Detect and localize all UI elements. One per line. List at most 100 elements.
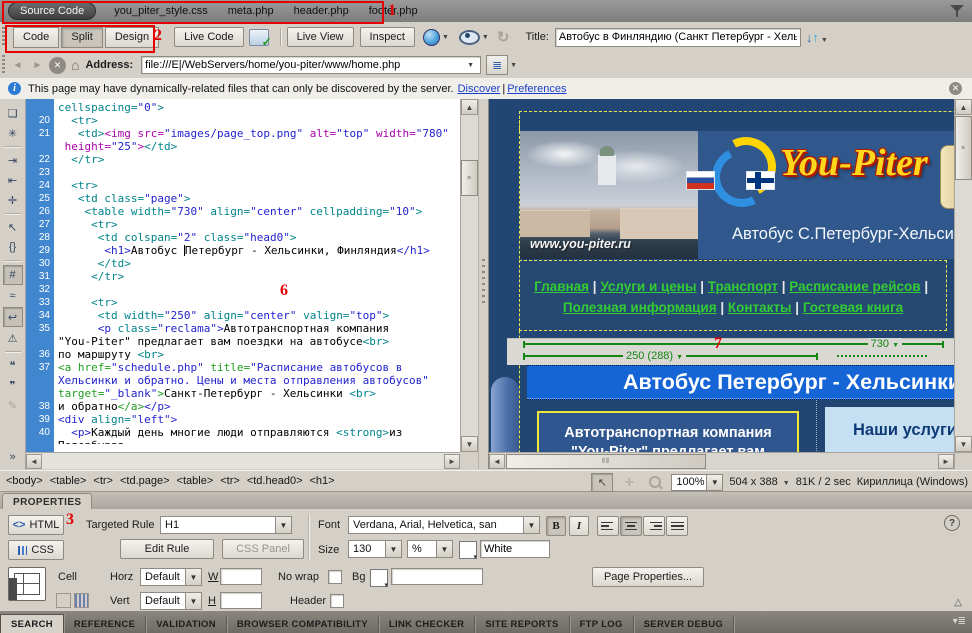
highlight-invalid-code-icon[interactable]: ≈: [4, 287, 22, 305]
check-browser-compatibility-icon[interactable]: ✓: [249, 29, 269, 46]
targeted-rule-select[interactable]: H1▼: [160, 516, 292, 534]
panel-menu-icon[interactable]: ▾≣: [953, 616, 966, 627]
code-line[interactable]: 33 <tr>: [26, 296, 449, 309]
design-h1-heading[interactable]: Автобус Петербург - Хельсинки: [527, 365, 954, 400]
code-line[interactable]: 22 </tr>: [26, 153, 449, 166]
code-line[interactable]: 34 <td width="250" align="center" valign…: [26, 309, 449, 322]
related-file-tab[interactable]: footer.php: [369, 5, 418, 17]
code-line[interactable]: 37<a href="schedule.php" title="Расписан…: [26, 361, 449, 374]
tag-selector-item[interactable]: <body>: [6, 475, 43, 487]
tag-selector-item[interactable]: <h1>: [310, 475, 335, 487]
document-title-input[interactable]: [555, 28, 801, 47]
code-line[interactable]: 24 <tr>: [26, 179, 449, 192]
edit-rule-button[interactable]: Edit Rule: [120, 539, 214, 559]
code-line[interactable]: 38и обратно</a></p>: [26, 400, 449, 413]
css-panel-button[interactable]: CSS Panel: [222, 539, 304, 559]
file-management-icon[interactable]: ↓↑▼: [806, 30, 828, 45]
bg-color-swatch[interactable]: [370, 569, 388, 587]
related-file-tab[interactable]: meta.php: [228, 5, 274, 17]
help-icon[interactable]: ?: [944, 515, 960, 531]
table-width-label-730[interactable]: 730 ▼: [868, 338, 902, 350]
results-tab-reference[interactable]: REFERENCE: [64, 615, 146, 633]
text-color-input[interactable]: [480, 540, 550, 558]
design-promo-cell[interactable]: Автотранспортная компания "You-Piter" пр…: [537, 411, 799, 452]
split-view-divider[interactable]: [478, 99, 489, 469]
close-info-bar-icon[interactable]: ✕: [949, 82, 962, 95]
bg-color-input[interactable]: [391, 568, 483, 585]
code-line[interactable]: 35 <p class="reclama">Автотранспортная к…: [26, 322, 449, 335]
preferences-link[interactable]: Preferences: [507, 83, 566, 95]
results-tab-browser-compatibility[interactable]: BROWSER COMPATIBILITY: [227, 615, 379, 633]
back-icon[interactable]: ◄: [9, 57, 26, 74]
results-tab-validation[interactable]: VALIDATION: [146, 615, 227, 633]
collapse-full-tag-icon[interactable]: ⇥: [4, 151, 22, 169]
design-horizontal-scrollbar[interactable]: ◄ ⦀⦀ ►: [489, 452, 954, 469]
preview-in-browser-icon[interactable]: [423, 29, 440, 46]
tag-selector-item[interactable]: <td.page>: [120, 475, 170, 487]
code-line[interactable]: 21 <td><img src="images/page_top.png" al…: [26, 127, 449, 140]
live-code-button[interactable]: Live Code: [174, 27, 244, 47]
align-left-button[interactable]: [597, 516, 619, 536]
address-input[interactable]: [141, 56, 481, 74]
select-parent-tag-icon[interactable]: ↖: [4, 218, 22, 236]
related-file-tab[interactable]: header.php: [294, 5, 349, 17]
results-tab-search[interactable]: SEARCH: [0, 614, 64, 633]
design-view-button[interactable]: Design: [105, 27, 159, 48]
results-tab-link-checker[interactable]: LINK CHECKER: [379, 615, 475, 633]
view-options-icon[interactable]: ≣: [486, 55, 508, 75]
css-mode-button[interactable]: CSS: [8, 540, 64, 560]
syntax-error-alerts-icon[interactable]: ⚠: [4, 329, 22, 347]
properties-tab[interactable]: PROPERTIES: [2, 493, 92, 510]
split-view-button[interactable]: Split: [61, 27, 102, 48]
tag-selector-item[interactable]: <td.head0>: [247, 475, 303, 487]
inspect-button[interactable]: Inspect: [360, 27, 415, 47]
code-navigator-icon[interactable]: ✳: [4, 124, 22, 142]
word-wrap-icon[interactable]: ↩: [3, 307, 23, 327]
hand-tool-icon[interactable]: ✛: [619, 474, 639, 491]
vert-select[interactable]: Default▼: [140, 592, 202, 610]
design-nav-link[interactable]: Главная: [534, 279, 589, 294]
magnification-select[interactable]: 100%▼: [671, 474, 723, 491]
design-nav-link[interactable]: Полезная информация: [563, 300, 717, 315]
design-view-pane[interactable]: You-Piter Автобус С.Петербург-Хельсинки …: [489, 99, 954, 452]
code-line[interactable]: height="25"></td>: [26, 140, 449, 153]
text-color-swatch[interactable]: [459, 541, 477, 559]
results-tab-site-reports[interactable]: SITE REPORTS: [475, 615, 569, 633]
address-dropdown-icon[interactable]: ▼: [467, 62, 474, 69]
live-view-button[interactable]: Live View: [287, 27, 354, 47]
balance-braces-icon[interactable]: {}: [4, 238, 22, 256]
code-line[interactable]: 26 <table width="730" align="center" cel…: [26, 205, 449, 218]
code-vertical-scrollbar[interactable]: ▲ ≡ ▼: [460, 99, 478, 452]
related-file-tab[interactable]: you_piter_style.css: [114, 5, 208, 17]
code-line[interactable]: 32: [26, 283, 449, 296]
code-line[interactable]: 28 <td colspan="2" class="head0">: [26, 231, 449, 244]
design-nav-link[interactable]: Контакты: [728, 300, 792, 315]
align-center-button[interactable]: [620, 516, 642, 536]
discover-link[interactable]: Discover: [458, 83, 501, 95]
zoom-tool-icon[interactable]: [645, 474, 665, 491]
column-width-label-250[interactable]: 250 (288) ▼: [623, 350, 686, 362]
code-line[interactable]: 27 <tr>: [26, 218, 449, 231]
code-line[interactable]: Петербурга: [26, 439, 449, 444]
code-line[interactable]: 20 <tr>: [26, 114, 449, 127]
code-line[interactable]: 31 </tr>: [26, 270, 449, 283]
horz-select[interactable]: Default▼: [140, 568, 202, 586]
code-line[interactable]: 25 <td class="page">: [26, 192, 449, 205]
header-checkbox[interactable]: [330, 594, 344, 608]
tag-selector-item[interactable]: <tr>: [220, 475, 240, 487]
select-tool-icon[interactable]: ↖: [591, 473, 613, 492]
code-line[interactable]: target="_blank">Санкт-Петербург - Хельси…: [26, 387, 449, 400]
code-horizontal-scrollbar[interactable]: ◄ ►: [26, 452, 460, 469]
design-nav-link[interactable]: Расписание рейсов: [789, 279, 920, 294]
tag-selector-item[interactable]: <tr>: [93, 475, 113, 487]
justify-button[interactable]: [666, 516, 688, 536]
page-properties-button[interactable]: Page Properties...: [592, 567, 704, 587]
split-cell-icon[interactable]: [74, 593, 89, 608]
bold-button[interactable]: B: [546, 516, 566, 536]
expand-all-icon[interactable]: ✛: [4, 191, 22, 209]
apply-comment-icon[interactable]: ❝: [4, 356, 22, 374]
collapse-panel-icon[interactable]: △: [954, 597, 962, 608]
merge-cells-icon[interactable]: [56, 593, 71, 608]
results-tab-ftp-log[interactable]: FTP LOG: [570, 615, 634, 633]
size-unit-select[interactable]: %▼: [407, 540, 453, 558]
